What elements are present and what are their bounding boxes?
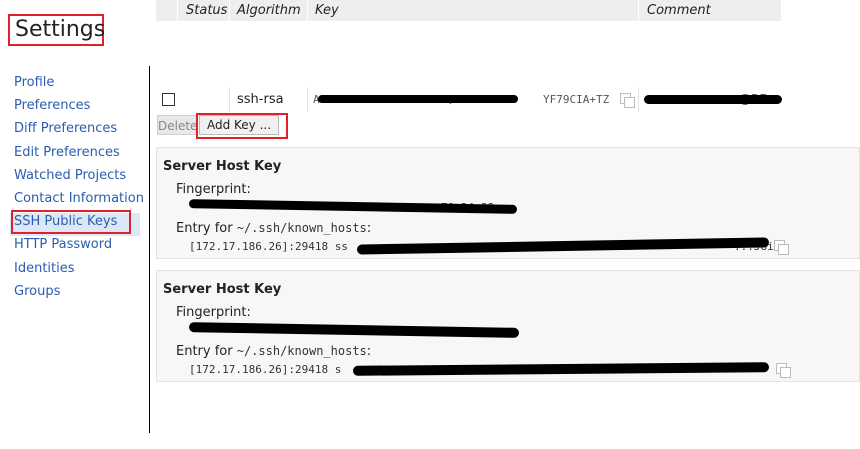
fingerprint-label: Fingerprint: [176,182,251,197]
entry-prefix: Entry for [176,344,237,359]
fingerprint-label: Fingerprint: [176,305,251,320]
row-key: A AAAABAQ YF79CIA+TZ [308,87,639,112]
sidebar-item-watched-projects[interactable]: Watched Projects [14,167,144,190]
row-algorithm: ssh-rsa [230,87,308,112]
server-host-key-panel: Server Host Key Fingerprint: 70:24:88 En… [156,147,860,259]
table-row: ssh-rsa A AAAABAQ YF79CIA+TZ @RE [156,87,782,112]
row-checkbox[interactable] [162,93,175,106]
sidebar-item-profile[interactable]: Profile [14,74,144,97]
add-key-highlight-box [196,113,288,139]
entry-algo: ss [334,240,348,253]
header-comment: Comment [639,0,782,21]
header-status: Status [178,0,230,21]
entry-algo: s [334,363,342,376]
key-suffix: YF79CIA+TZ [543,93,610,106]
entry-value: [172.17.186.26]:29418 ss ...J8iI [189,240,780,253]
entry-host: [172.17.186.26]:29418 [189,240,329,253]
header-select [156,0,178,21]
redaction-scribble [644,95,782,104]
row-status [178,87,230,112]
header-algorithm: Algorithm [230,0,308,21]
entry-label: Entry for ~/.ssh/known_hosts: [176,344,371,359]
redaction-scribble [356,237,770,255]
sidebar-item-diff-preferences[interactable]: Diff Preferences [14,120,144,143]
page-title: Settings [15,17,106,42]
entry-prefix: Entry for [176,221,237,236]
copy-icon[interactable] [620,93,635,108]
copy-icon[interactable] [774,240,789,255]
header-key: Key [308,0,639,21]
sidebar-item-groups[interactable]: Groups [14,283,144,306]
entry-suffix: : [366,344,372,359]
copy-icon[interactable] [776,363,791,378]
sidebar-item-identities[interactable]: Identities [14,260,144,283]
row-comment: @RE [639,87,782,112]
panel-title: Server Host Key [163,282,282,297]
entry-value: [172.17.186.26]:29418 s [189,363,341,376]
ssh-keys-highlight-box [11,210,131,234]
entry-host: [172.17.186.26]:29418 [189,363,329,376]
sidebar-item-preferences[interactable]: Preferences [14,97,144,120]
entry-path: ~/.ssh/known_hosts [236,221,367,235]
row-select-cell [156,87,178,112]
entry-suffix: : [366,221,372,236]
sidebar: Profile Preferences Diff Preferences Edi… [10,74,144,306]
redaction-scribble [188,322,520,338]
entry-path: ~/.ssh/known_hosts [236,344,367,358]
entry-label: Entry for ~/.ssh/known_hosts: [176,221,371,236]
redaction-scribble [352,362,770,376]
delete-button[interactable]: Delete [157,115,197,135]
redaction-scribble [318,95,518,103]
server-host-key-panel: Server Host Key Fingerprint: Entry for ~… [156,270,860,382]
sidebar-item-http-password[interactable]: HTTP Password [14,236,144,259]
panel-title: Server Host Key [163,159,282,174]
sidebar-item-edit-preferences[interactable]: Edit Preferences [14,144,144,167]
content-divider [149,66,150,433]
